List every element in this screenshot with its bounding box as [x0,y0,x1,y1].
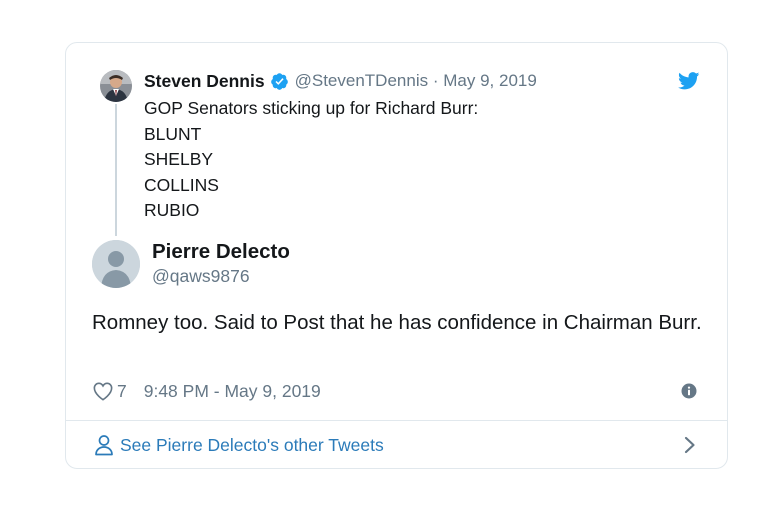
parent-date[interactable]: May 9, 2019 [443,71,537,90]
parent-tweet-text: GOP Senators sticking up for Richard Bur… [144,96,478,224]
author-handle[interactable]: @qaws9876 [152,266,250,287]
meta-separator: · [432,71,439,90]
parent-author-handle[interactable]: @StevenTDennis [295,71,429,90]
parent-text-line: SHELBY [144,149,214,169]
parent-text-line: GOP Senators sticking up for Richard Bur… [144,98,479,118]
person-icon [94,434,114,456]
parent-text-line: COLLINS [144,174,219,195]
like-count[interactable]: 7 [117,381,127,402]
author-name[interactable]: Pierre Delecto [152,240,290,264]
thread-connector-line [115,104,117,236]
default-avatar-icon [92,240,140,288]
tweet-actions-row: 7 9:48 PM - May 9, 2019 [92,378,321,404]
verified-badge-icon [270,72,289,91]
parent-text-line: RUBIO [144,200,200,220]
see-other-tweets-link[interactable]: See Pierre Delecto's other Tweets [94,432,384,458]
parent-author-name[interactable]: Steven Dennis [144,71,265,92]
heart-icon[interactable] [92,381,114,401]
parent-text-line: BLUNT [144,123,202,144]
parent-tweet-header: Steven Dennis @StevenTDennis · May 9, 20… [144,70,537,92]
tweet-text: Romney too. Said to Post that he has con… [92,311,702,334]
steven-dennis-avatar[interactable] [100,70,132,102]
parent-meta: @StevenTDennis · May 9, 2019 [295,71,537,91]
chevron-right-icon[interactable] [683,435,697,455]
info-icon[interactable] [681,383,697,399]
twitter-bird-icon[interactable] [678,72,700,90]
footer-divider [66,420,727,421]
tweet-timestamp[interactable]: 9:48 PM - May 9, 2019 [144,381,321,402]
pierre-delecto-avatar[interactable] [92,240,140,288]
see-other-tweets-label[interactable]: See Pierre Delecto's other Tweets [120,435,384,456]
